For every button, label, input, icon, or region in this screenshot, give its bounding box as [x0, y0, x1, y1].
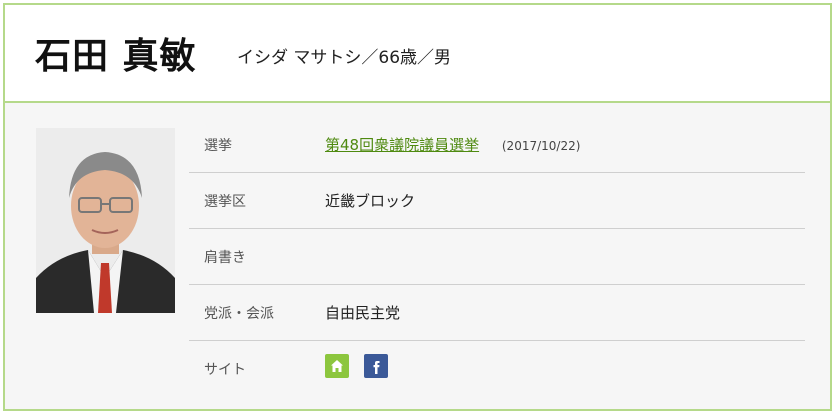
detail-row-district: 選挙区 近畿ブロック — [189, 173, 805, 229]
detail-row-title: 肩書き — [189, 229, 805, 285]
site-links — [325, 354, 388, 378]
candidate-kana-age-gender: イシダ マサトシ／66歳／男 — [237, 48, 452, 68]
portrait-image — [36, 128, 175, 313]
detail-label: 選挙 — [204, 138, 232, 154]
election-date: (2017/10/22) — [501, 139, 581, 153]
election-link[interactable]: 第48回衆議院議員選挙 — [325, 136, 479, 154]
detail-label: 党派・会派 — [204, 306, 274, 322]
card-header: 石田 真敏 イシダ マサトシ／66歳／男 — [5, 5, 830, 103]
candidate-name: 石田 真敏 — [35, 36, 197, 77]
details-list: 選挙 第48回衆議院議員選挙 (2017/10/22) 選挙区 近畿ブロック 肩… — [189, 117, 805, 396]
detail-label: 肩書き — [204, 250, 246, 266]
facebook-icon[interactable] — [364, 354, 388, 378]
home-icon[interactable] — [325, 354, 349, 378]
card-body: 選挙 第48回衆議院議員選挙 (2017/10/22) 選挙区 近畿ブロック 肩… — [5, 103, 830, 409]
candidate-photo — [36, 128, 175, 313]
candidate-card: 石田 真敏 イシダ マサトシ／66歳／男 選挙 第48回衆議院議員選挙 (201… — [3, 3, 832, 411]
detail-value: 第48回衆議院議員選挙 (2017/10/22) — [325, 134, 580, 155]
detail-row-site: サイト — [189, 341, 805, 396]
detail-value: 近畿ブロック — [325, 192, 416, 210]
detail-row-party: 党派・会派 自由民主党 — [189, 285, 805, 341]
detail-value: 自由民主党 — [325, 304, 401, 322]
detail-label: 選挙区 — [204, 194, 246, 210]
detail-label: サイト — [204, 362, 246, 378]
detail-row-election: 選挙 第48回衆議院議員選挙 (2017/10/22) — [189, 117, 805, 173]
